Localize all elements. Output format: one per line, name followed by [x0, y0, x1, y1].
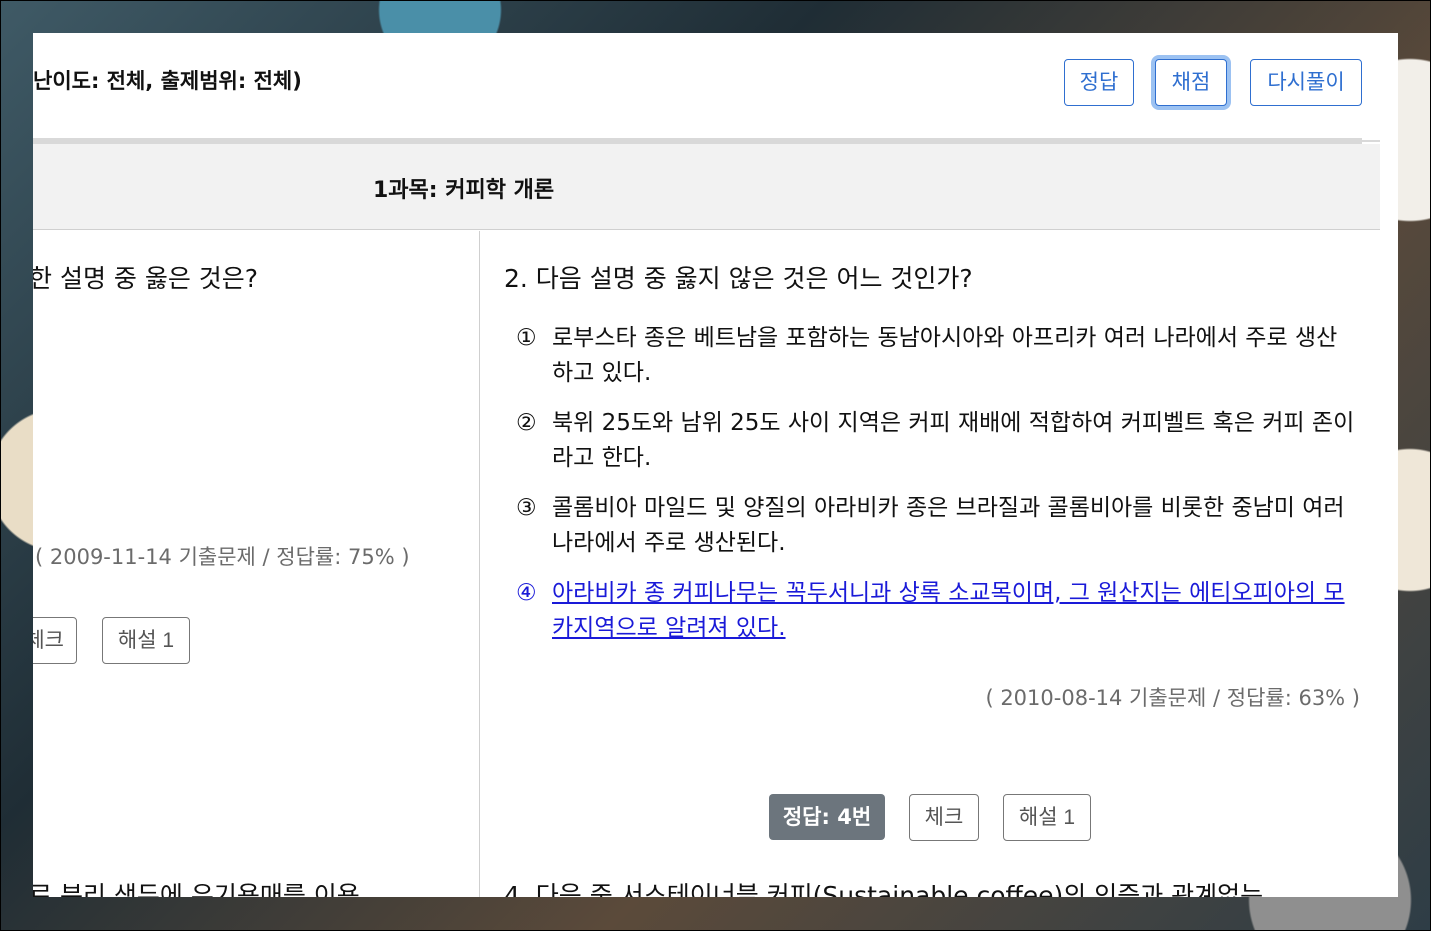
explain-button[interactable]: 해설 1 — [102, 617, 190, 664]
question-meta: ( 2009-11-14 기출문제 / 정답률: 75% ) — [35, 545, 410, 569]
choice-2[interactable]: ② 북위 25도와 남위 25도 사이 지역은 커피 재배에 적합하여 커피벨트… — [516, 406, 1356, 476]
question-text: 한 설명 중 옳은 것은? — [33, 264, 259, 293]
choice-number: ③ — [516, 495, 537, 521]
next-question-text: 로 분리 생두에 유기용매를 이용 — [33, 881, 360, 897]
header-divider-tail — [1362, 140, 1380, 142]
choice-number: ① — [516, 325, 537, 351]
choice-text: 콜롬비아 마일드 및 양질의 아라비카 종은 브라질과 콜롬비아를 비롯한 중남… — [552, 495, 1345, 556]
question-card-1: 한 설명 중 옳은 것은? ( 2009-11-14 기출문제 / 정답률: 7… — [33, 231, 479, 897]
choice-text: 북위 25도와 남위 25도 사이 지역은 커피 재배에 적합하여 커피벨트 혹… — [552, 410, 1355, 471]
answer-badge: 정답: 4번 — [769, 794, 885, 840]
exam-panel: 난이도: 전체, 출제범위: 전체) 정답 채점 다시풀이 1과목: 커피학 개… — [33, 33, 1398, 897]
choice-1[interactable]: ① 로부스타 종은 베트남을 포함하는 동남아시아와 아프리카 여러 나라에서 … — [516, 321, 1356, 391]
header-bar: 난이도: 전체, 출제범위: 전체) 정답 채점 다시풀이 — [33, 33, 1398, 139]
grade-button[interactable]: 채점 — [1155, 59, 1227, 106]
question-card-2: 2. 다음 설명 중 옳지 않은 것은 어느 것인가? ① 로부스타 종은 베트… — [480, 231, 1380, 897]
subject-title: 1과목: 커피학 개론 — [373, 178, 555, 203]
subject-bar: 1과목: 커피학 개론 — [33, 144, 1380, 230]
check-button[interactable]: 체크 — [909, 794, 979, 841]
choice-number: ② — [516, 410, 537, 436]
check-button[interactable]: 체크 — [33, 617, 77, 664]
answer-button[interactable]: 정답 — [1064, 59, 1134, 106]
choice-text: 아라비카 종 커피나무는 꼭두서니과 상록 소교목이며, 그 원산지는 에티오피… — [552, 580, 1345, 641]
next-question-text: 4. 다음 중 서스테이너블 커피(Sustainable coffee)의 인… — [504, 881, 1264, 897]
exam-title: 난이도: 전체, 출제범위: 전체) — [33, 69, 302, 93]
choice-number: ④ — [516, 580, 537, 606]
retry-button[interactable]: 다시풀이 — [1250, 59, 1362, 106]
choice-4-correct[interactable]: ④ 아라비카 종 커피나무는 꼭두서니과 상록 소교목이며, 그 원산지는 에티… — [516, 576, 1356, 646]
explain-button[interactable]: 해설 1 — [1003, 794, 1091, 841]
choice-text: 로부스타 종은 베트남을 포함하는 동남아시아와 아프리카 여러 나라에서 주로… — [552, 325, 1338, 386]
choice-3[interactable]: ③ 콜롬비아 마일드 및 양질의 아라비카 종은 브라질과 콜롬비아를 비롯한 … — [516, 491, 1356, 561]
question-meta: ( 2010-08-14 기출문제 / 정답률: 63% ) — [985, 686, 1360, 710]
question-text: 2. 다음 설명 중 옳지 않은 것은 어느 것인가? — [504, 264, 973, 293]
